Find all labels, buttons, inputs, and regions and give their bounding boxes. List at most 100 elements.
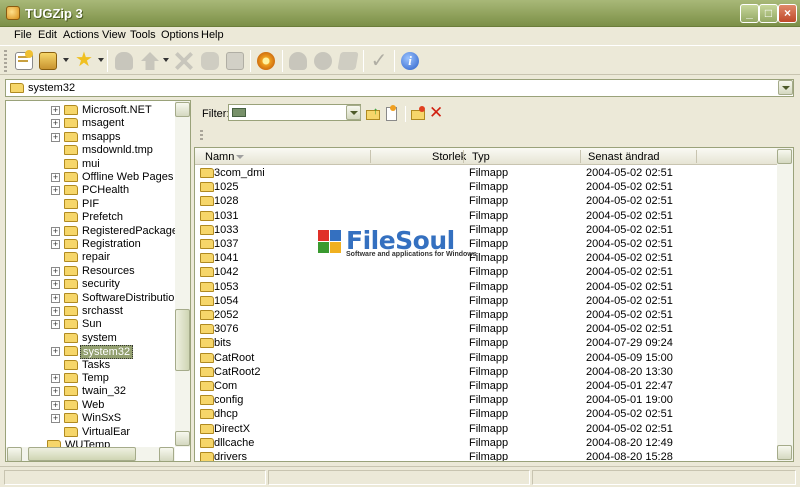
tree-item[interactable]: + security	[6, 278, 174, 291]
file-row[interactable]: drivers Filmapp 2004-08-20 15:28	[195, 450, 777, 461]
address-combobox[interactable]: system32	[5, 79, 794, 97]
tree-item[interactable]: + Web	[6, 399, 174, 412]
tree-item[interactable]: + Microsoft.NET	[6, 104, 174, 117]
file-row[interactable]: 3076 Filmapp 2004-05-02 02:51	[195, 322, 777, 336]
file-row[interactable]: CatRoot2 Filmapp 2004-08-20 13:30	[195, 365, 777, 379]
tree-item[interactable]: msdownld.tmp	[6, 144, 174, 157]
scroll-up-arrow[interactable]	[175, 102, 190, 117]
open-dropdown-icon[interactable]	[63, 58, 69, 62]
file-row[interactable]: 2052 Filmapp 2004-05-02 02:51	[195, 308, 777, 322]
list-vertical-scrollbar[interactable]	[777, 148, 793, 461]
file-row[interactable]: 1054 Filmapp 2004-05-02 02:51	[195, 294, 777, 308]
scroll-thumb[interactable]	[175, 309, 190, 371]
filter-dropdown-button[interactable]	[346, 105, 361, 120]
tree-item[interactable]: + msagent	[6, 117, 174, 130]
file-row[interactable]: 1025 Filmapp 2004-05-02 02:51	[195, 180, 777, 194]
expand-icon[interactable]: +	[51, 173, 60, 182]
find-button[interactable]	[223, 49, 247, 73]
file-row[interactable]: dhcp Filmapp 2004-05-02 02:51	[195, 407, 777, 421]
column-divider[interactable]	[370, 150, 371, 163]
expand-icon[interactable]: +	[51, 226, 60, 236]
expand-icon[interactable]: +	[51, 414, 60, 424]
tree-item[interactable]: + system32	[6, 345, 174, 360]
column-header-name[interactable]: Namn	[205, 151, 234, 163]
test-button[interactable]: ✓	[367, 49, 391, 73]
apply-filter-button[interactable]: ↑	[365, 106, 381, 122]
expand-icon[interactable]: +	[51, 240, 60, 249]
menu-help[interactable]: Help	[201, 29, 224, 41]
tree-item[interactable]: + PCHealth	[6, 184, 174, 197]
tree-item[interactable]: + Sun	[6, 318, 174, 331]
expand-icon[interactable]: +	[51, 280, 60, 290]
menu-file[interactable]: File	[14, 29, 32, 41]
scan-button[interactable]	[286, 49, 310, 73]
scroll-thumb-horizontal[interactable]	[28, 447, 136, 461]
tree-item[interactable]: + Temp	[6, 372, 174, 385]
file-row[interactable]: 1033 Filmapp 2004-05-02 02:51	[195, 223, 777, 237]
open-folder-button[interactable]	[410, 106, 426, 122]
column-divider[interactable]	[463, 150, 464, 163]
tree-item[interactable]: Tasks	[6, 359, 174, 372]
expand-icon[interactable]: +	[51, 374, 60, 383]
tree-item[interactable]: + Offline Web Pages	[6, 171, 174, 184]
favorites-button[interactable]: ★	[72, 49, 96, 73]
tree-item[interactable]: + SoftwareDistribution	[6, 292, 180, 305]
repair-button[interactable]	[311, 49, 335, 73]
favorites-dropdown-icon[interactable]	[98, 58, 104, 62]
scroll-left-arrow[interactable]	[7, 447, 22, 461]
column-header-type[interactable]: Typ	[472, 151, 490, 163]
menu-edit[interactable]: Edit	[38, 29, 57, 41]
tree-item[interactable]: + Resources	[6, 265, 174, 278]
tree-item[interactable]: PIF	[6, 198, 174, 211]
column-header-size[interactable]: Storlek	[432, 151, 466, 163]
new-archive-button[interactable]	[12, 49, 36, 73]
tree-item[interactable]: + RegisteredPackages	[6, 225, 184, 238]
expand-icon[interactable]: +	[51, 132, 60, 142]
new-file-button[interactable]	[384, 105, 400, 122]
menu-tools[interactable]: Tools	[130, 29, 156, 41]
title-bar[interactable]: TUGZip 3 _ □ ×	[0, 0, 800, 27]
extract-button[interactable]	[138, 49, 162, 73]
filter-grip[interactable]	[200, 130, 203, 142]
column-header-modified[interactable]: Senast ändrad	[588, 151, 660, 163]
tree-item[interactable]: repair	[6, 251, 174, 264]
expand-icon[interactable]: +	[51, 106, 60, 115]
expand-icon[interactable]: +	[51, 400, 60, 410]
tree-item[interactable]: VirtualEar	[6, 426, 174, 439]
tree-item[interactable]: + msapps	[6, 131, 174, 144]
expand-icon[interactable]: +	[51, 293, 60, 303]
tree-item[interactable]: system	[6, 332, 174, 345]
expand-icon[interactable]: +	[51, 119, 60, 129]
scroll-up-arrow[interactable]	[777, 149, 792, 164]
toolbar-grip[interactable]	[4, 50, 7, 72]
about-button[interactable]: i	[398, 49, 422, 73]
menu-actions[interactable]: Actions	[63, 29, 99, 41]
encrypt-button[interactable]	[336, 49, 360, 73]
file-row[interactable]: 1042 Filmapp 2004-05-02 02:51	[195, 265, 777, 279]
maximize-button[interactable]: □	[759, 4, 778, 23]
folder-tree[interactable]: + Microsoft.NET + msagent + msapps msdownld.tm…	[5, 100, 191, 462]
delete-button[interactable]	[172, 49, 196, 73]
clear-filter-button[interactable]: ✕	[429, 104, 445, 122]
file-row[interactable]: 1037 Filmapp 2004-05-02 02:51	[195, 237, 777, 251]
file-row[interactable]: config Filmapp 2004-05-01 19:00	[195, 393, 777, 407]
file-row[interactable]: dllcache Filmapp 2004-08-20 12:49	[195, 436, 777, 450]
expand-icon[interactable]: +	[51, 186, 60, 196]
expand-icon[interactable]: +	[51, 307, 60, 316]
filter-combobox[interactable]	[228, 104, 361, 121]
add-button[interactable]	[112, 49, 136, 73]
file-row[interactable]: DirectX Filmapp 2004-05-02 02:51	[195, 422, 777, 436]
extract-dropdown-icon[interactable]	[163, 58, 169, 62]
address-dropdown-button[interactable]	[778, 80, 793, 95]
open-archive-button[interactable]	[36, 49, 60, 73]
close-button[interactable]: ×	[778, 4, 797, 23]
file-row[interactable]: bits Filmapp 2004-07-29 09:24	[195, 336, 777, 350]
column-divider[interactable]	[580, 150, 581, 163]
minimize-button[interactable]: _	[740, 4, 759, 23]
tree-item[interactable]: Prefetch	[6, 211, 174, 224]
file-row[interactable]: CatRoot Filmapp 2004-05-09 15:00	[195, 351, 777, 365]
expand-icon[interactable]: +	[51, 387, 60, 397]
expand-icon[interactable]: +	[51, 347, 60, 357]
scroll-down-arrow[interactable]	[175, 431, 190, 446]
expand-icon[interactable]: +	[51, 320, 60, 330]
